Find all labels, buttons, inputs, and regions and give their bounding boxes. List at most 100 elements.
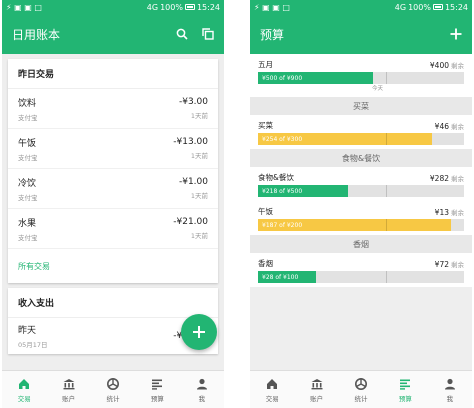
month-budget[interactable]: 五月 ¥400 剩余 ¥500 of ¥900 今天	[250, 54, 472, 97]
transaction-row[interactable]: 冷饮 支付宝 -¥1.00 1天前	[8, 169, 218, 209]
budget-item[interactable]: 买菜 ¥46 剩余 ¥254 of ¥300	[250, 115, 472, 149]
remaining-label: 剩余	[451, 260, 464, 269]
network-label: 4G	[146, 2, 159, 12]
budget-name: 午饭	[258, 207, 273, 216]
transaction-name: 午饭	[18, 138, 37, 149]
budget-name: 买菜	[258, 121, 273, 130]
add-budget-button[interactable]	[450, 25, 462, 44]
nav-label: 交易	[265, 394, 279, 403]
budget-name: 香烟	[258, 259, 273, 268]
nav-item-person[interactable]: 我	[428, 371, 472, 408]
status-bar: ⚡ ▣ ▣ □ 4G 100% 15:24	[2, 0, 224, 14]
pie-chart-icon	[355, 377, 368, 390]
app-bar: 预算	[250, 14, 472, 54]
budget-bar-fill: ¥28 of ¥100	[258, 271, 316, 283]
status-bar: ⚡ ▣ ▣ □ 4G 100% 15:24	[250, 0, 472, 14]
transaction-time: 1天前	[190, 192, 208, 200]
budget-name: 食物&餐饮	[258, 173, 294, 182]
budget-item[interactable]: 午饭 ¥13 剩余 ¥187 of ¥200	[250, 201, 472, 235]
transaction-row[interactable]: 午饭 支付宝 -¥13.00 1天前	[8, 129, 218, 169]
nav-item-budget-list[interactable]: 预算	[383, 371, 427, 408]
transaction-name: 冷饮	[18, 178, 37, 189]
nav-item-bank[interactable]: 账户	[294, 371, 338, 408]
nav-label: 预算	[150, 394, 164, 403]
nav-item-home[interactable]: 交易	[250, 371, 294, 408]
network-label: 4G	[394, 2, 407, 12]
transaction-amount: -¥13.00	[173, 137, 208, 147]
budget-screen: ⚡ ▣ ▣ □ 4G 100% 15:24 预算 五月 ¥400 剩余 ¥500 …	[250, 0, 472, 408]
budget-bar: ¥187 of ¥200	[258, 219, 464, 231]
bottom-nav: 交易 账户 统计 预算 我	[2, 370, 224, 408]
bottom-nav: 交易 账户 统计 预算 我	[250, 370, 472, 408]
budget-bar: ¥218 of ¥500	[258, 185, 464, 197]
copy-icon[interactable]	[202, 28, 214, 40]
budget-remaining: ¥400	[429, 60, 449, 70]
bank-icon	[311, 378, 323, 389]
nav-item-budget-list[interactable]: 预算	[135, 371, 179, 408]
budget-section-header: 买菜	[250, 97, 472, 115]
budget-bar-fill: ¥218 of ¥500	[258, 185, 348, 197]
nav-item-pie-chart[interactable]: 统计	[339, 371, 383, 408]
bank-icon	[63, 378, 75, 389]
transaction-list: 饮料 支付宝 -¥3.00 1天前 午饭 支付宝 -¥13.00 1天前 冷饮 支付宝 -¥1.00…	[8, 89, 218, 249]
budget-sections: 买菜 买菜 ¥46 剩余 ¥254 of ¥300 食物&餐饮 食物&餐饮 ¥282 剩余 ¥21…	[250, 97, 472, 287]
battery-percent: 100%	[160, 2, 183, 12]
transaction-name: 水果	[18, 218, 37, 229]
transaction-time: 1天前	[190, 112, 208, 120]
clock: 15:24	[196, 2, 220, 12]
budget-bar: ¥28 of ¥100	[258, 271, 464, 283]
plus-icon	[193, 326, 205, 338]
today-marker	[385, 133, 387, 145]
budget-item[interactable]: 香烟 ¥72 剩余 ¥28 of ¥100	[250, 253, 472, 287]
remaining-label: 剩余	[451, 174, 464, 183]
nav-label: 我	[198, 394, 206, 403]
nav-item-person[interactable]: 我	[180, 371, 224, 408]
transaction-time: 1天前	[190, 232, 208, 240]
remaining-label: 剩余	[451, 61, 464, 70]
budget-bar-fill: ¥254 of ¥300	[258, 133, 433, 145]
budget-section-header: 食物&餐饮	[250, 149, 472, 167]
budget-remaining: ¥13	[434, 207, 449, 217]
budget-content: 五月 ¥400 剩余 ¥500 of ¥900 今天 买菜 买菜 ¥46 剩余 ¥254 …	[250, 54, 472, 370]
today-marker	[385, 72, 387, 84]
budget-bar: ¥254 of ¥300	[258, 133, 464, 145]
transaction-account: 支付宝	[18, 233, 38, 242]
home-icon	[19, 378, 30, 389]
nav-label: 交易	[17, 394, 31, 403]
home-icon	[267, 378, 278, 389]
yesterday-card: 昨日交易 饮料 支付宝 -¥3.00 1天前 午饭 支付宝 -¥13.00 1天前 冷饮 支付宝 -…	[8, 59, 218, 283]
nav-item-bank[interactable]: 账户	[46, 371, 90, 408]
notification-icons: ⚡ ▣ ▣ □	[6, 2, 42, 12]
search-icon[interactable]	[176, 28, 188, 40]
battery-icon	[184, 4, 195, 10]
nav-label: 账户	[62, 394, 76, 403]
remaining-label: 剩余	[451, 208, 464, 217]
budget-bar-fill: ¥500 of ¥900	[258, 72, 373, 84]
transaction-row[interactable]: 饮料 支付宝 -¥3.00 1天前	[8, 89, 218, 129]
income-date: 05月17日	[18, 341, 48, 349]
today-marker	[385, 185, 387, 197]
today-marker	[385, 219, 387, 231]
page-title: 预算	[260, 27, 285, 42]
transaction-row[interactable]: 水果 支付宝 -¥21.00 1天前	[8, 209, 218, 249]
nav-item-pie-chart[interactable]: 统计	[91, 371, 135, 408]
nav-label: 预算	[398, 394, 412, 403]
budget-section-header: 香烟	[250, 235, 472, 253]
card-title: 昨日交易	[8, 59, 218, 89]
budget-bar: ¥500 of ¥900	[258, 72, 464, 84]
transactions-screen: ⚡ ▣ ▣ □ 4G 100% 15:24 日用账本 昨日交易 饮料 支付宝 -¥3…	[2, 0, 224, 408]
budget-remaining: ¥72	[434, 259, 449, 269]
today-marker	[385, 271, 387, 283]
nav-label: 账户	[310, 394, 324, 403]
nav-label: 我	[446, 394, 454, 403]
add-transaction-button[interactable]	[181, 314, 217, 350]
all-transactions-link[interactable]: 所有交易	[8, 249, 218, 283]
transaction-account: 支付宝	[18, 193, 38, 202]
income-day: 昨天	[18, 326, 37, 336]
budget-item[interactable]: 食物&餐饮 ¥282 剩余 ¥218 of ¥500	[250, 167, 472, 201]
budget-remaining: ¥46	[434, 121, 449, 131]
transaction-name: 饮料	[18, 98, 37, 109]
transaction-account: 支付宝	[18, 153, 38, 162]
plus-icon	[450, 28, 462, 39]
nav-item-home[interactable]: 交易	[2, 371, 46, 408]
